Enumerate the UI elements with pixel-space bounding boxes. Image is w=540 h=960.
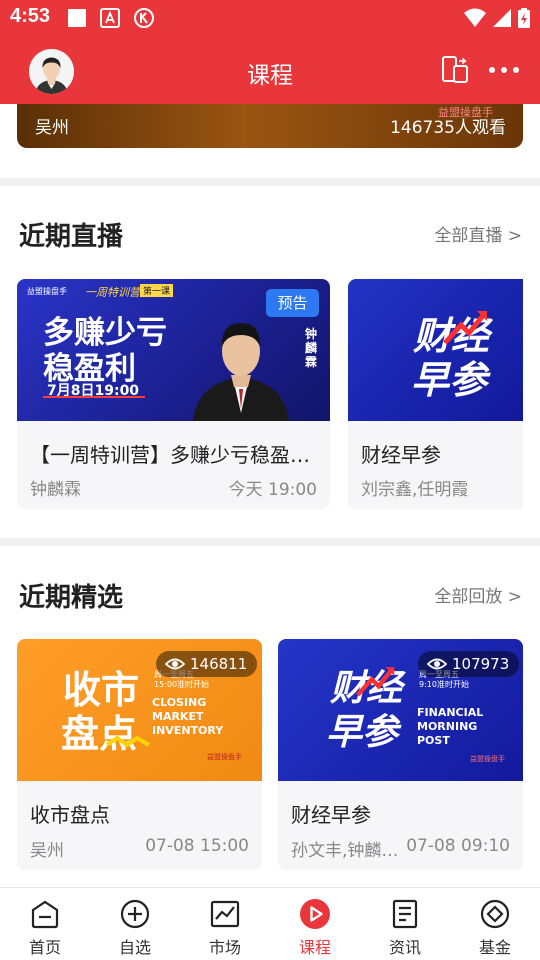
nav-label: 自选 (118, 938, 151, 957)
course-feed[interactable]: 益盟操盘手 吴州 146735人观看 近期直播 全部直播 > 益盟操盘手 一周特… (0, 104, 540, 887)
bottom-nav: 首页 自选 市场 课程 资讯 基金 (0, 887, 540, 960)
thumb-underline (43, 396, 145, 398)
live-card-title: 【一周特训营】多赚少亏稳盈… (30, 443, 310, 467)
replay-card-time: 07-08 09:10 (406, 836, 510, 856)
thumb-brand: 益盟操盘手 (470, 755, 505, 763)
signal-icon (493, 9, 511, 27)
live-card-host: 刘宗鑫,任明霞 (361, 480, 469, 500)
home-icon (31, 900, 59, 929)
thumb-en-3: INVENTORY (152, 724, 224, 737)
host-photo-icon (193, 323, 289, 421)
all-live-link[interactable]: 全部直播 > (434, 221, 522, 246)
featured-section-title: 近期精选 (19, 583, 124, 613)
live-card[interactable]: 财经 早参 财经早参 刘宗鑫,任明霞 (348, 279, 523, 509)
thumb-line2: 盘点 (61, 712, 138, 756)
live-thumbnail: 财经 早参 (348, 279, 523, 421)
plus-circle-icon (120, 899, 150, 929)
live-thumbnail: 益盟操盘手 一周特训营 第一课 多赚少亏 稳盈利 7月8日19:00 钟麟霖 预… (17, 279, 330, 421)
replay-card-time: 07-08 15:00 (145, 836, 249, 856)
replay-thumbnail: 收市 盘点 周一至周五 15:00准时开始 CLOSING MARKET INV… (17, 639, 262, 781)
thumb-brand: 益盟操盘手 (207, 753, 242, 761)
nav-market[interactable]: 市场 (180, 888, 270, 960)
status-bar: 4:53 (0, 0, 540, 36)
live-banner[interactable]: 益盟操盘手 吴州 146735人观看 (17, 104, 523, 148)
thumb-line2: 早参 (411, 358, 488, 402)
wave-icon (105, 735, 151, 748)
rising-arrow-icon (356, 667, 395, 697)
chart-icon (210, 900, 240, 928)
nav-news[interactable]: 资讯 (360, 888, 450, 960)
status-time: 4:53 (10, 5, 51, 27)
live-section-title: 近期直播 (19, 222, 124, 252)
preview-badge: 预告 (266, 289, 319, 317)
font-notification-icon (100, 8, 120, 28)
all-replay-link[interactable]: 全部回放 > (434, 582, 522, 607)
eye-icon (427, 658, 447, 670)
nav-label: 基金 (478, 938, 511, 957)
rising-arrow-icon (443, 311, 487, 345)
replay-card-title: 收市盘点 (30, 803, 110, 827)
live-card-host: 钟麟霖 (30, 480, 81, 500)
thumb-camp: 一周特训营 (85, 286, 140, 299)
app-bar: 4:53 课程 (0, 0, 540, 104)
fund-icon (480, 899, 510, 929)
live-card[interactable]: 益盟操盘手 一周特训营 第一课 多赚少亏 稳盈利 7月8日19:00 钟麟霖 预… (17, 279, 330, 509)
thumb-schedule-time: 15:00准时开始 (154, 680, 210, 689)
view-count: 146811 (156, 651, 258, 677)
header: 课程 (0, 36, 540, 104)
thumb-schedule-time: 9:10准时开始 (419, 680, 469, 689)
live-card-title: 财经早参 (361, 443, 441, 467)
nav-label: 资讯 (388, 938, 421, 957)
k-circle-icon (134, 8, 154, 28)
replay-thumbnail: 财经 早参 周一至周五 9:10准时开始 FINANCIAL MORNING P… (278, 639, 523, 781)
replay-card-host: 孙文丰,钟麟… (291, 841, 399, 861)
view-count: 107973 (418, 651, 520, 677)
section-divider (0, 538, 540, 546)
view-count-value: 146811 (190, 655, 248, 673)
banner-views: 146735人观看 (390, 118, 506, 138)
thumb-episode: 第一课 (140, 284, 174, 297)
play-icon (300, 899, 330, 929)
eye-icon (165, 658, 185, 670)
section-divider (0, 178, 540, 186)
live-card-time: 今天 19:00 (228, 480, 317, 500)
nav-label: 课程 (298, 938, 331, 957)
thumb-en-3: POST (417, 734, 450, 747)
thumb-en-1: CLOSING (152, 696, 207, 709)
nav-watchlist[interactable]: 自选 (90, 888, 180, 960)
replay-card[interactable]: 收市 盘点 周一至周五 15:00准时开始 CLOSING MARKET INV… (17, 639, 262, 870)
device-switch-icon[interactable] (440, 55, 470, 85)
news-icon (392, 899, 418, 929)
nav-label: 首页 (28, 938, 61, 957)
notification-square-icon (68, 9, 86, 27)
thumb-en-1: FINANCIAL (417, 706, 484, 719)
thumb-host-name: 钟麟霖 (305, 327, 318, 369)
replay-card[interactable]: 财经 早参 周一至周五 9:10准时开始 FINANCIAL MORNING P… (278, 639, 523, 870)
more-icon[interactable] (488, 60, 520, 80)
thumb-en-2: MARKET (152, 710, 204, 723)
view-count-value: 107973 (452, 655, 510, 673)
nav-label: 市场 (208, 938, 241, 957)
thumb-brand: 益盟操盘手 (27, 287, 67, 296)
thumb-en-2: MORNING (417, 720, 478, 733)
banner-location: 吴州 (35, 118, 69, 138)
battery-icon (518, 8, 530, 28)
nav-home[interactable]: 首页 (0, 888, 90, 960)
replay-card-host: 吴州 (30, 841, 64, 861)
nav-course[interactable]: 课程 (270, 888, 360, 960)
wifi-icon (464, 8, 486, 27)
nav-fund[interactable]: 基金 (450, 888, 540, 960)
thumb-line2: 早参 (326, 712, 399, 753)
replay-card-title: 财经早参 (291, 803, 371, 827)
